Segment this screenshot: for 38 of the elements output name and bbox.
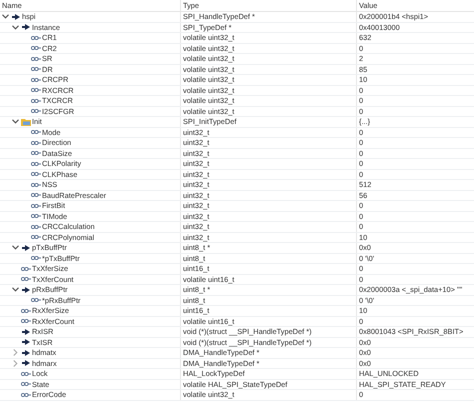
expand-toggle[interactable] (12, 349, 18, 356)
variable-icon (20, 266, 30, 272)
variable-icon (30, 202, 40, 209)
collapse-toggle[interactable] (12, 24, 18, 30)
expand-toggle[interactable] (12, 360, 18, 367)
variable-icon (20, 308, 30, 314)
variable-icon (30, 66, 40, 72)
variable-icon (30, 182, 40, 188)
variable-icon (30, 45, 40, 52)
variable-icon (20, 392, 30, 398)
variable-icon (30, 34, 40, 41)
variable-icon (30, 224, 40, 230)
variable-icon (30, 160, 40, 167)
folder-icon (20, 117, 30, 126)
collapse-toggle[interactable] (2, 14, 8, 20)
variable-icon (30, 213, 40, 220)
arrow-icon (22, 286, 30, 293)
variable-icon (20, 381, 30, 388)
variable-icon (30, 129, 40, 136)
variable-icon (30, 108, 40, 114)
variable-icon (30, 192, 40, 198)
variable-icon (30, 234, 40, 240)
variable-icon (30, 56, 40, 62)
variable-icon (30, 98, 40, 104)
variable-icon (30, 255, 40, 262)
variable-icon (20, 276, 30, 282)
variable-icon (20, 318, 30, 324)
variable-icon (30, 150, 40, 156)
collapse-toggle[interactable] (12, 287, 18, 292)
variable-icon (30, 297, 40, 304)
arrow-icon (22, 244, 30, 251)
variable-icon (30, 171, 40, 178)
variable-icon (30, 87, 40, 94)
variable-icon (20, 370, 30, 377)
variable-icon (30, 140, 40, 146)
collapse-toggle[interactable] (12, 119, 18, 124)
collapse-toggle[interactable] (12, 245, 18, 250)
variable-icon (30, 76, 40, 83)
